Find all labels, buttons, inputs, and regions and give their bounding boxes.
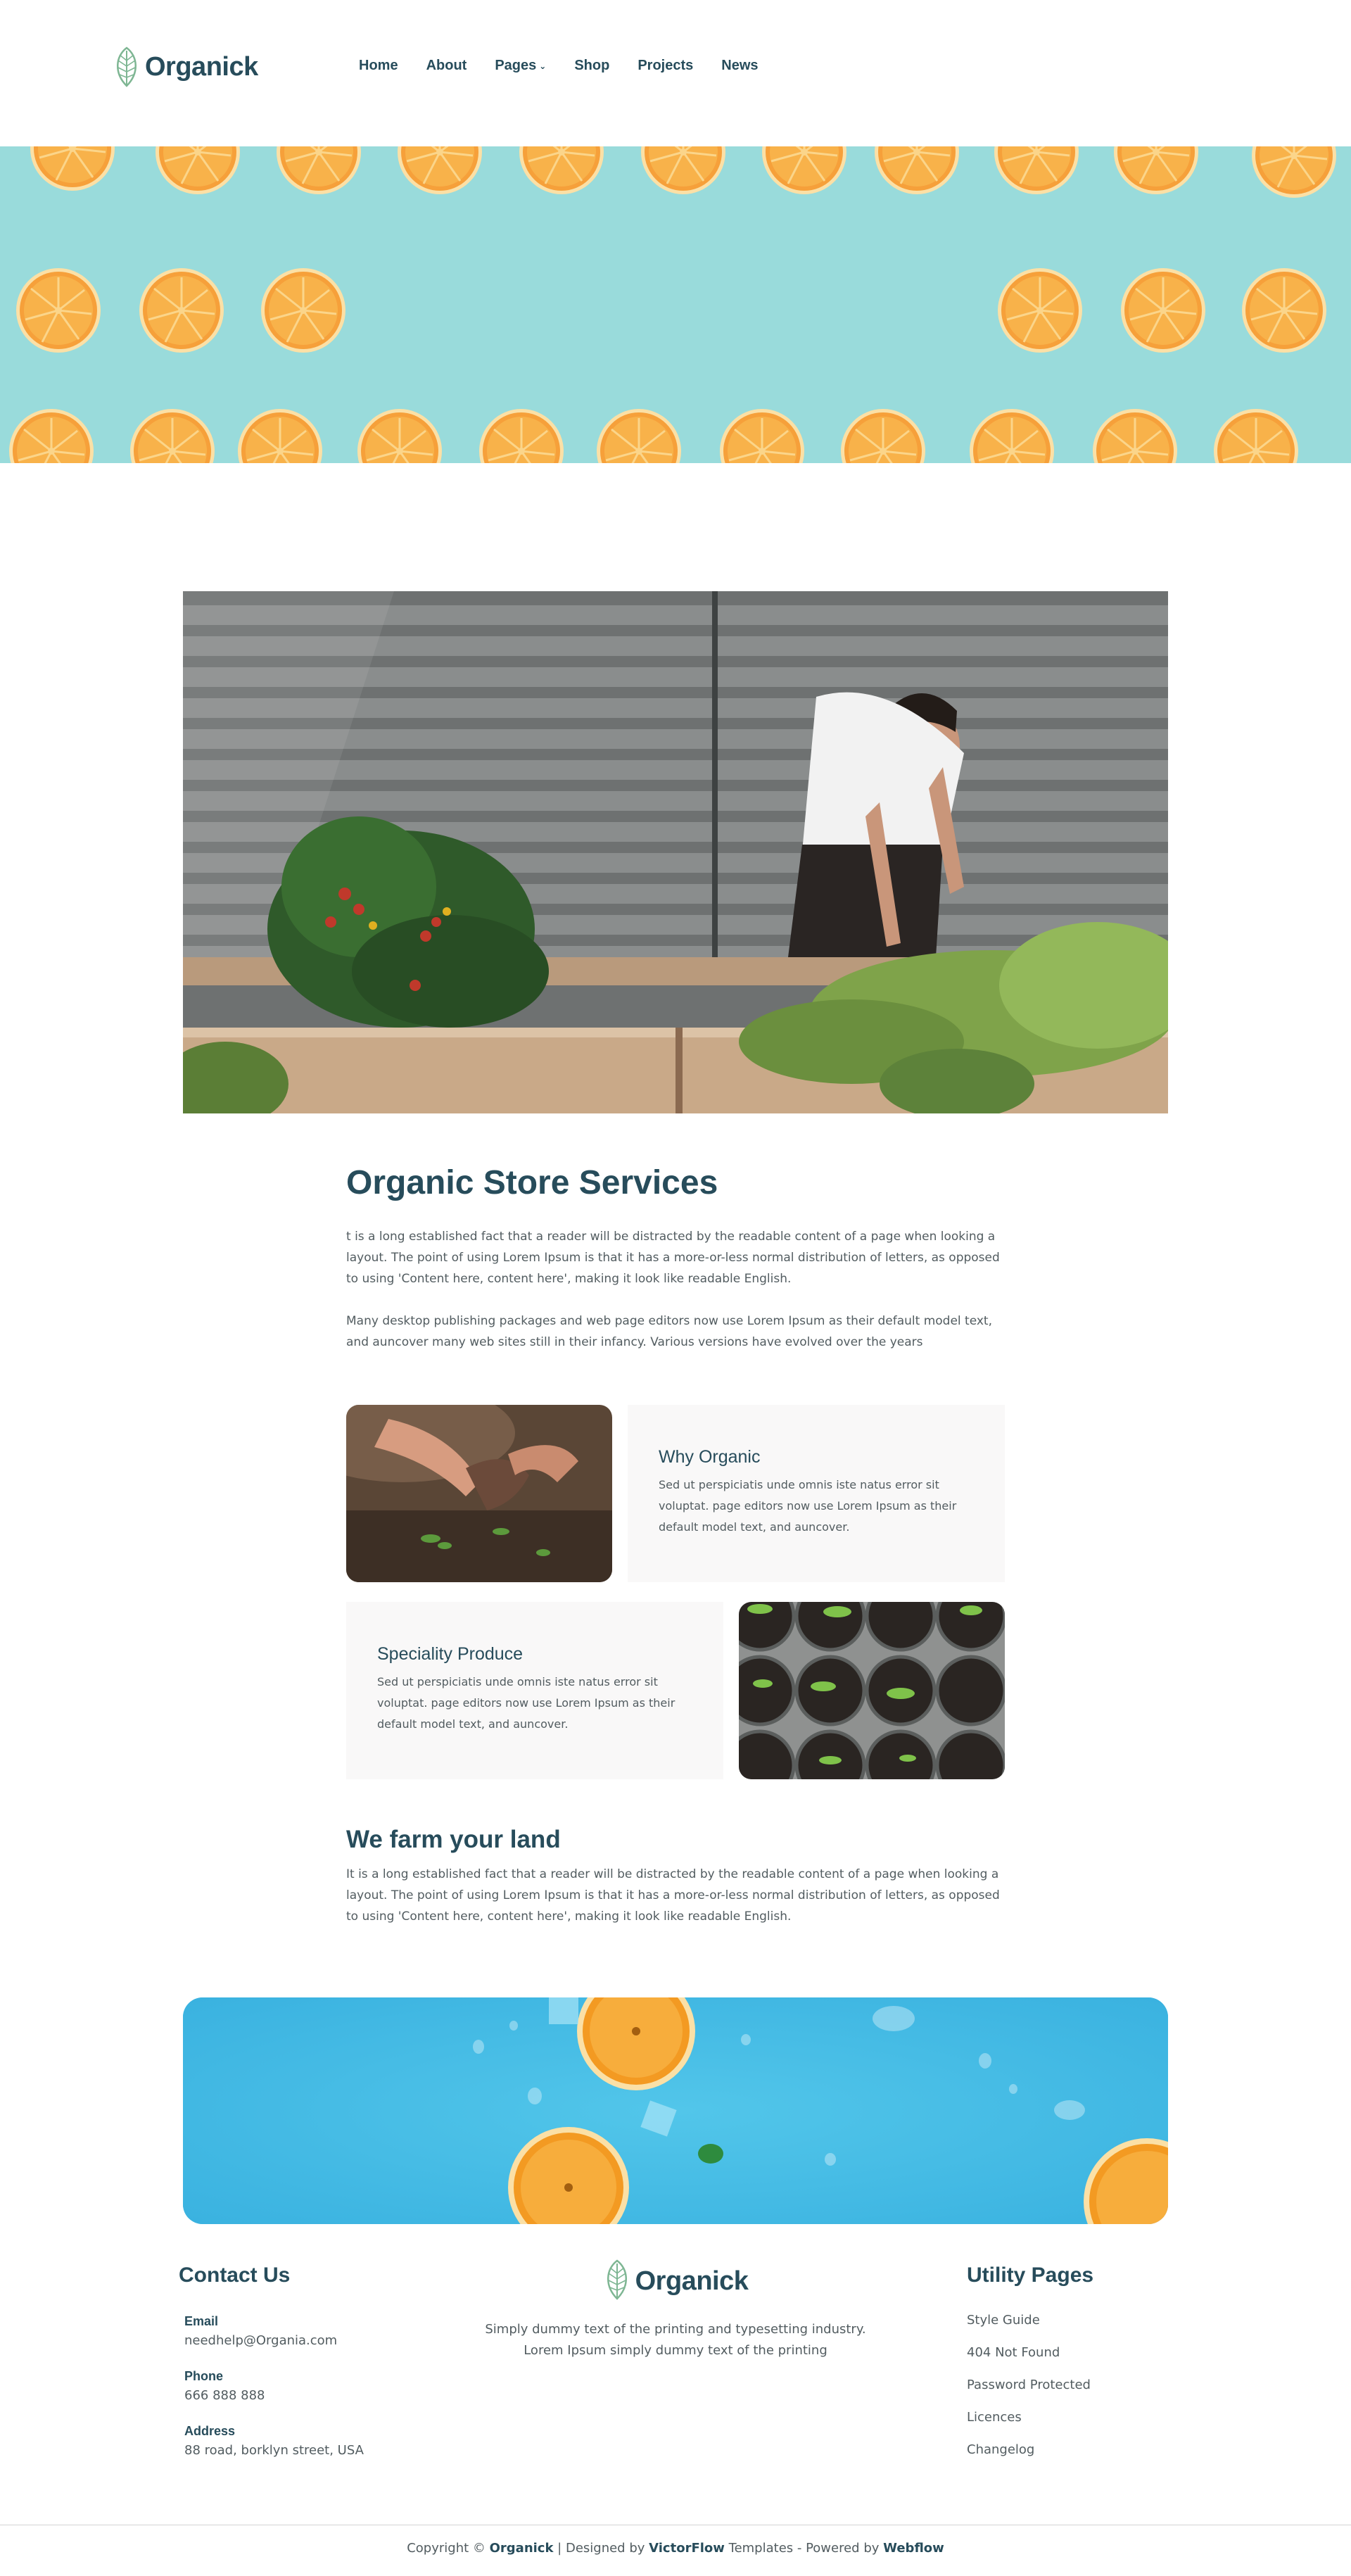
footer-description-line: Simply dummy text of the printing and ty… bbox=[485, 2322, 866, 2337]
address-label: Address bbox=[184, 2424, 236, 2438]
orange-slice-image bbox=[236, 407, 324, 463]
orange-slice-image bbox=[992, 146, 1081, 196]
orange-slice-image bbox=[153, 146, 242, 196]
utility-links: Style Guide 404 Not Found Password Prote… bbox=[967, 2313, 1178, 2457]
orange-slice-image bbox=[968, 407, 1056, 463]
copyright-templates: Templates - Powered by bbox=[724, 2541, 884, 2556]
services-section: Organic Store Services t is a long estab… bbox=[346, 1163, 1015, 1353]
footer-utility-pages: Utility Pages Style Guide 404 Not Found … bbox=[967, 2264, 1178, 2475]
orange-slice-image bbox=[517, 146, 606, 196]
farm-text: It is a long established fact that a rea… bbox=[346, 1867, 1000, 1924]
orange-slice-image bbox=[274, 146, 363, 196]
leaf-logo-icon bbox=[603, 2259, 631, 2304]
feature-title: Why Organic bbox=[659, 1447, 761, 1467]
orange-slice-image bbox=[14, 266, 103, 355]
brand-name: Organick bbox=[145, 51, 258, 82]
copyright-prefix: Copyright © bbox=[407, 2541, 490, 2556]
email-value[interactable]: needhelp@Organia.com bbox=[184, 2333, 474, 2348]
orange-slice-image bbox=[1091, 407, 1179, 463]
why-organic-card: Why Organic Sed ut perspiciatis unde omn… bbox=[628, 1405, 1005, 1582]
feature-text: Sed ut perspiciatis unde omnis iste natu… bbox=[377, 1675, 676, 1731]
email-label: Email bbox=[184, 2314, 219, 2328]
orange-slice-image bbox=[760, 146, 849, 196]
farm-section: We farm your land It is a long establish… bbox=[346, 1826, 1015, 1927]
footer-logo[interactable]: Organick bbox=[603, 2259, 749, 2304]
farm-title: We farm your land bbox=[346, 1826, 561, 1853]
services-title: Organic Store Services bbox=[346, 1164, 718, 1201]
contact-email: Email needhelp@Organia.com bbox=[179, 2314, 474, 2348]
orange-slice-image bbox=[259, 266, 348, 355]
utility-link-licences[interactable]: Licences bbox=[967, 2410, 1178, 2425]
feature-title: Speciality Produce bbox=[377, 1644, 524, 1664]
orange-slice-image bbox=[477, 407, 566, 463]
orange-slice-image bbox=[639, 146, 728, 196]
brand-logo[interactable]: Organick bbox=[113, 46, 258, 87]
phone-value[interactable]: 666 888 888 bbox=[184, 2388, 474, 2403]
designer-link[interactable]: VictorFlow bbox=[649, 2541, 725, 2556]
nav-pages[interactable]: Pages ⌄ bbox=[495, 58, 546, 74]
footer-description: Simply dummy text of the printing and ty… bbox=[464, 2319, 887, 2361]
phone-label: Phone bbox=[184, 2369, 224, 2383]
services-paragraph: Many desktop publishing packages and web… bbox=[346, 1313, 992, 1349]
orange-slice-image bbox=[395, 146, 484, 196]
nav-about[interactable]: About bbox=[426, 58, 467, 74]
seedlings-pots-photo bbox=[739, 1602, 1005, 1779]
platform-link[interactable]: Webflow bbox=[883, 2541, 944, 2556]
orange-slice-image bbox=[996, 266, 1084, 355]
utility-link-style-guide[interactable]: Style Guide bbox=[967, 2313, 1178, 2328]
leaf-logo-icon bbox=[113, 46, 141, 87]
nav-projects[interactable]: Projects bbox=[638, 58, 693, 74]
gardener-photo bbox=[183, 591, 1168, 1113]
utility-link-changelog[interactable]: Changelog bbox=[967, 2442, 1178, 2457]
contact-phone: Phone 666 888 888 bbox=[179, 2369, 474, 2403]
copyright-bar: Copyright © Organick | Designed by Victo… bbox=[0, 2541, 1351, 2556]
nav-home[interactable]: Home bbox=[359, 58, 398, 74]
orange-slice-image bbox=[1212, 407, 1300, 463]
utility-link-404[interactable]: 404 Not Found bbox=[967, 2345, 1178, 2360]
contact-title: Contact Us bbox=[179, 2264, 291, 2287]
footer-brand: Organick Simply dummy text of the printi… bbox=[464, 2259, 887, 2361]
orange-slice-image bbox=[595, 407, 683, 463]
footer-contact: Contact Us Email needhelp@Organia.com Ph… bbox=[179, 2264, 474, 2458]
nav-shop[interactable]: Shop bbox=[574, 58, 609, 74]
orange-slice-image bbox=[718, 407, 806, 463]
address-value: 88 road, borklyn street, USA bbox=[184, 2443, 364, 2458]
main-nav: Home About Pages ⌄ Shop Projects News bbox=[359, 58, 787, 74]
oranges-water-banner bbox=[183, 1997, 1168, 2224]
copyright-designed-by: | Designed by bbox=[553, 2541, 649, 2556]
orange-slice-image bbox=[7, 407, 96, 463]
nav-pages-label: Pages bbox=[495, 58, 537, 73]
orange-slice-image bbox=[873, 146, 961, 196]
feature-text: Sed ut perspiciatis unde omnis iste natu… bbox=[659, 1478, 957, 1534]
utility-link-password-protected[interactable]: Password Protected bbox=[967, 2378, 1178, 2392]
orange-slice-image bbox=[28, 146, 117, 193]
services-paragraph: t is a long established fact that a read… bbox=[346, 1229, 1000, 1286]
soil-hands-photo bbox=[346, 1405, 612, 1582]
orange-slice-image bbox=[1250, 146, 1338, 200]
orange-slice-image bbox=[1112, 146, 1200, 196]
orange-slice-image bbox=[1240, 266, 1328, 355]
orange-slice-image bbox=[355, 407, 444, 463]
contact-address: Address 88 road, borklyn street, USA bbox=[179, 2424, 474, 2458]
speciality-produce-card: Speciality Produce Sed ut perspiciatis u… bbox=[346, 1602, 723, 1779]
copyright-brand: Organick bbox=[489, 2541, 554, 2556]
footer-description-line: Lorem Ipsum simply dummy text of the pri… bbox=[524, 2343, 827, 2358]
utility-title: Utility Pages bbox=[967, 2264, 1094, 2287]
orange-slice-image bbox=[137, 266, 226, 355]
site-header: Organick Home About Pages ⌄ Shop Project… bbox=[0, 0, 1351, 146]
chevron-down-icon: ⌄ bbox=[539, 61, 547, 71]
orange-slice-image bbox=[1119, 266, 1207, 355]
nav-news[interactable]: News bbox=[721, 58, 758, 74]
orange-slices-banner bbox=[0, 146, 1351, 463]
orange-slice-image bbox=[128, 407, 217, 463]
orange-slice-image bbox=[839, 407, 927, 463]
footer-brand-name: Organick bbox=[635, 2266, 749, 2296]
